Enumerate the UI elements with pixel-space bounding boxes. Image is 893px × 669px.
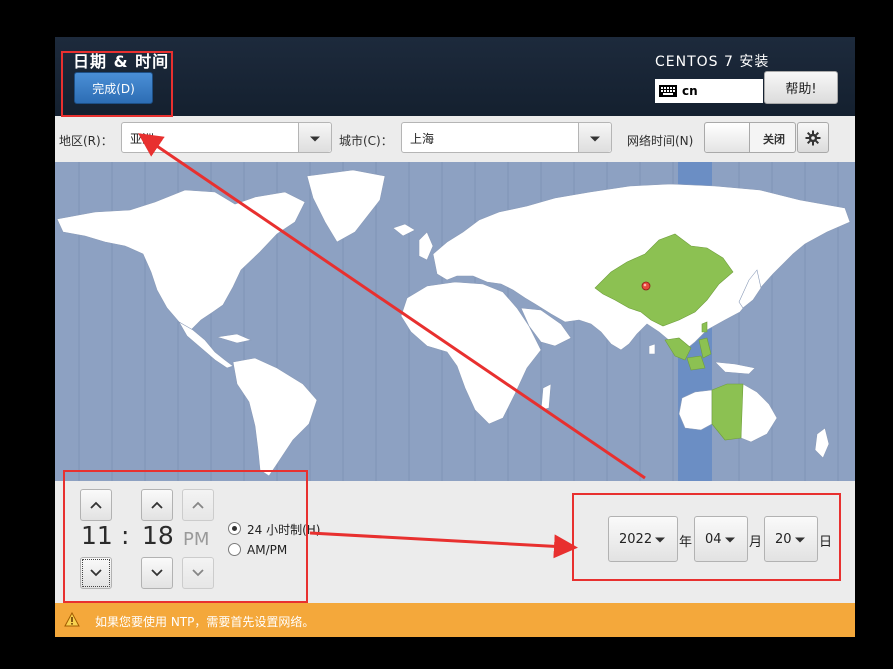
help-button[interactable]: 帮助!	[764, 71, 838, 104]
month-combo[interactable]: 04	[694, 516, 748, 562]
land-central-america	[178, 321, 234, 369]
product-title: CENTOS 7 安装	[655, 54, 770, 70]
hours-down-button[interactable]	[80, 557, 112, 589]
region-label: 地区(R)：	[59, 134, 113, 148]
year-combo[interactable]: 2022	[608, 516, 678, 562]
chevron-down-icon	[795, 537, 805, 543]
format-24h-label[interactable]: 24 小时制(H)	[247, 521, 320, 538]
network-time-label: 网络时间(N)	[627, 134, 694, 148]
chevron-down-icon	[725, 537, 735, 543]
city-combo[interactable]: 上海	[401, 122, 612, 153]
city-value: 上海	[410, 132, 435, 146]
installer-window: 日期 & 时间 完成(D) CENTOS 7 安装 cn 帮助! 地区(R)： …	[55, 37, 855, 637]
done-button[interactable]: 完成(D)	[74, 72, 153, 104]
land-new-zealand	[814, 427, 830, 459]
land-iceland	[392, 223, 416, 237]
spoke-header: 日期 & 时间 完成(D) CENTOS 7 安装 cn 帮助!	[55, 37, 855, 116]
land-greenland	[306, 169, 386, 243]
land-australia-selected	[711, 383, 744, 441]
chevron-up-icon	[151, 501, 163, 509]
minutes-down-button[interactable]	[141, 557, 173, 589]
year-unit-label: 年	[679, 535, 693, 550]
keyboard-layout-indicator[interactable]: cn	[655, 79, 763, 103]
chevron-down-icon	[655, 537, 665, 543]
spoke-title: 日期 & 时间	[73, 52, 170, 71]
land-sri-lanka	[648, 343, 656, 355]
gear-icon	[805, 130, 821, 145]
warning-icon	[64, 612, 80, 627]
ntp-settings-button[interactable]	[797, 122, 829, 153]
format-24h-radio[interactable]	[228, 522, 241, 535]
network-time-switch[interactable]: 关闭	[704, 122, 796, 153]
month-value: 04	[705, 532, 722, 547]
land-uk	[418, 231, 434, 261]
city-dropdown-button[interactable]	[578, 123, 611, 152]
minutes-up-button[interactable]	[141, 489, 173, 521]
chevron-up-icon	[90, 501, 102, 509]
region-dropdown-button[interactable]	[298, 123, 331, 152]
world-map[interactable]	[55, 162, 855, 481]
chevron-down-icon	[151, 569, 163, 577]
minutes-value: 18	[142, 521, 174, 550]
ampm-indicator: PM	[183, 529, 210, 550]
chevron-down-icon	[590, 136, 600, 141]
land-indonesia-east	[714, 361, 756, 375]
month-unit-label: 月	[749, 535, 763, 550]
chevron-up-icon	[192, 501, 204, 509]
land-south-america	[232, 357, 318, 477]
year-value: 2022	[619, 532, 653, 547]
network-time-state: 关闭	[763, 133, 785, 146]
hours-up-button[interactable]	[80, 489, 112, 521]
ampm-up-button[interactable]	[182, 489, 214, 521]
format-ampm-radio[interactable]	[228, 543, 241, 556]
day-value: 20	[775, 532, 792, 547]
land-cuba	[216, 333, 252, 344]
land-africa	[400, 281, 542, 425]
keyboard-icon	[659, 85, 677, 97]
timezone-map[interactable]	[55, 162, 855, 481]
chevron-down-icon	[90, 569, 102, 577]
region-value: 亚洲	[130, 132, 155, 146]
land-north-america	[56, 189, 306, 331]
ampm-down-button[interactable]	[182, 557, 214, 589]
timezone-selector-bar: 地区(R)： 亚洲 城市(C)： 上海 网络时间(N) 关闭	[55, 116, 855, 162]
day-combo[interactable]: 20	[764, 516, 818, 562]
warning-message: 如果您要使用 NTP，需要首先设置网络。	[95, 615, 315, 629]
switch-knob[interactable]	[705, 123, 750, 152]
warning-bar: 如果您要使用 NTP，需要首先设置网络。	[55, 603, 855, 637]
time-separator: :	[121, 521, 130, 550]
land-madagascar	[540, 383, 552, 411]
hours-value: 11	[81, 521, 113, 550]
format-ampm-label[interactable]: AM/PM	[247, 543, 287, 557]
city-label: 城市(C)：	[339, 134, 393, 148]
day-unit-label: 日	[819, 535, 833, 550]
region-combo[interactable]: 亚洲	[121, 122, 332, 153]
chevron-down-icon	[310, 136, 320, 141]
chevron-down-icon	[192, 569, 204, 577]
keyboard-layout-value: cn	[682, 84, 698, 98]
land-taiwan-selected	[701, 321, 708, 333]
location-pin-icon	[641, 281, 651, 291]
